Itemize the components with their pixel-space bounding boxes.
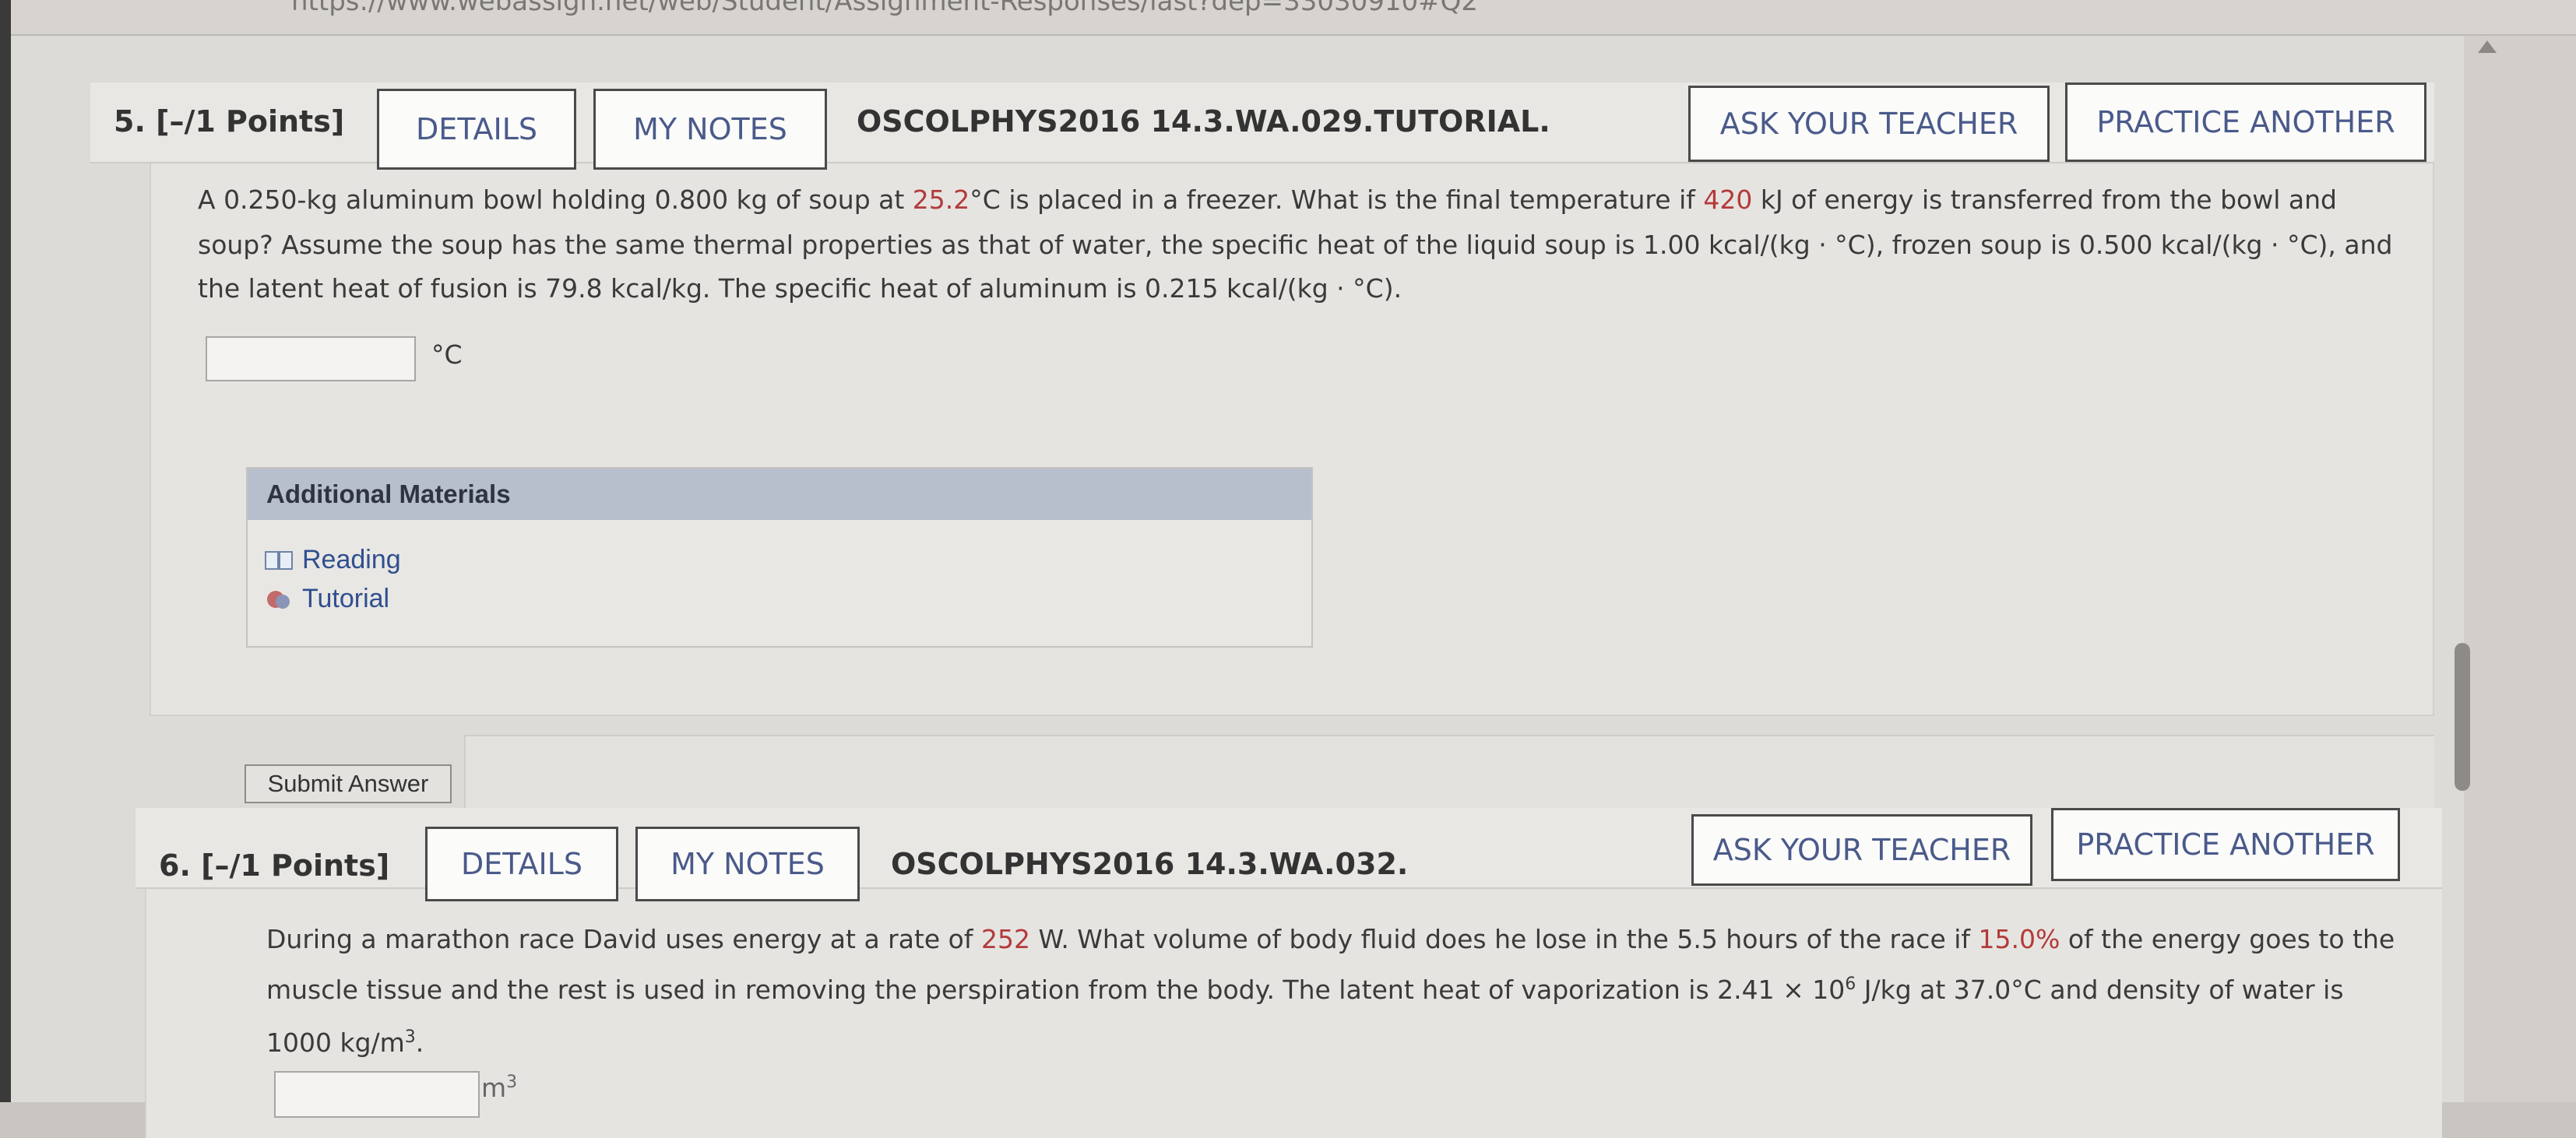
scroll-up-arrow-icon[interactable] <box>2478 40 2497 53</box>
text-segment: muscle tissue and the rest is used in re… <box>266 975 1846 1005</box>
text-segment: 1000 kg/m <box>266 1027 405 1058</box>
question-5-practice-another-button[interactable]: PRACTICE ANOTHER <box>2065 83 2426 162</box>
question-6-line-3: 1000 kg/m3. <box>266 1012 424 1069</box>
question-5-points: 5. [–/1 Points] <box>114 104 345 139</box>
question-6-ask-teacher-button[interactable]: ASK YOUR TEACHER <box>1691 814 2032 886</box>
exponent: 3 <box>404 1027 416 1047</box>
material-tutorial-label: Tutorial <box>302 584 390 613</box>
scrollbar-thumb[interactable] <box>2455 643 2470 791</box>
variable-energy: 420 <box>1703 184 1753 215</box>
question-5-line-1: A 0.250-kg aluminum bowl holding 0.800 k… <box>198 174 2337 226</box>
question-6-line-1: During a marathon race David uses energy… <box>266 914 2395 965</box>
variable-temperature: 25.2 <box>912 184 970 215</box>
question-6-details-button[interactable]: DETAILS <box>425 827 618 901</box>
question-6-code: OSCOLPHYS2016 14.3.WA.032. <box>891 847 1409 881</box>
question-6-practice-another-button[interactable]: PRACTICE ANOTHER <box>2051 808 2400 881</box>
text-segment: of the energy goes to the <box>2060 924 2395 954</box>
question-6-answer-input[interactable] <box>274 1071 480 1118</box>
exponent: 3 <box>506 1073 518 1092</box>
exponent: 6 <box>1845 975 1856 994</box>
browser-toolbar: https://www.webassign.net/web/Student/As… <box>11 0 2576 36</box>
text-segment: . <box>415 1027 424 1058</box>
question-5-my-notes-button[interactable]: MY NOTES <box>593 89 827 170</box>
question-6-answer-unit: m3 <box>481 1073 517 1103</box>
variable-percentage: 15.0% <box>1978 924 2060 954</box>
material-reading-label: Reading <box>302 545 401 574</box>
question-5-details-button[interactable]: DETAILS <box>377 89 576 170</box>
book-icon <box>265 550 293 570</box>
submit-area <box>464 735 2434 813</box>
additional-materials-title: Additional Materials <box>248 469 1311 520</box>
question-5-code: OSCOLPHYS2016 14.3.WA.029.TUTORIAL. <box>857 104 1550 139</box>
submit-answer-button[interactable]: Submit Answer <box>245 764 452 803</box>
question-5-line-3: the latent heat of fusion is 79.8 kcal/k… <box>198 273 1402 304</box>
address-bar-url[interactable]: https://www.webassign.net/web/Student/As… <box>291 0 1478 17</box>
question-5-answer-unit: °C <box>431 339 463 370</box>
variable-power: 252 <box>980 924 1030 954</box>
material-reading-link[interactable]: Reading <box>265 545 401 575</box>
question-6-line-2: muscle tissue and the rest is used in re… <box>266 959 2344 1016</box>
assignment-page: 5. [–/1 Points] DETAILS MY NOTES OSCOLPH… <box>11 36 2464 1138</box>
question-6-header: 6. [–/1 Points] DETAILS MY NOTES OSCOLPH… <box>135 808 2442 901</box>
text-segment: During a marathon race David uses energy… <box>266 924 981 954</box>
text-segment: °C is placed in a freezer. What is the f… <box>970 184 1704 215</box>
text-segment: A 0.250-kg aluminum bowl holding 0.800 k… <box>198 184 913 215</box>
material-tutorial-link[interactable]: Tutorial <box>265 584 389 614</box>
tutorial-icon <box>267 590 290 609</box>
question-6-my-notes-button[interactable]: MY NOTES <box>635 827 860 901</box>
text-segment: kJ of energy is transferred from the bow… <box>1752 184 2337 215</box>
question-5-answer-input[interactable] <box>206 336 416 381</box>
question-5-ask-teacher-button[interactable]: ASK YOUR TEACHER <box>1688 86 2050 162</box>
additional-materials-panel: Additional Materials Reading Tutorial <box>246 467 1313 648</box>
unit-text: m <box>481 1073 507 1103</box>
text-segment: J/kg at 37.0°C and density of water is <box>1856 975 2344 1005</box>
window-edge <box>0 0 11 1102</box>
question-6-points: 6. [–/1 Points] <box>159 848 390 883</box>
scrollbar-track[interactable] <box>2464 36 2576 1102</box>
text-segment: W. What volume of body fluid does he los… <box>1029 924 1979 954</box>
question-5-header: 5. [–/1 Points] DETAILS MY NOTES OSCOLPH… <box>90 83 2434 170</box>
